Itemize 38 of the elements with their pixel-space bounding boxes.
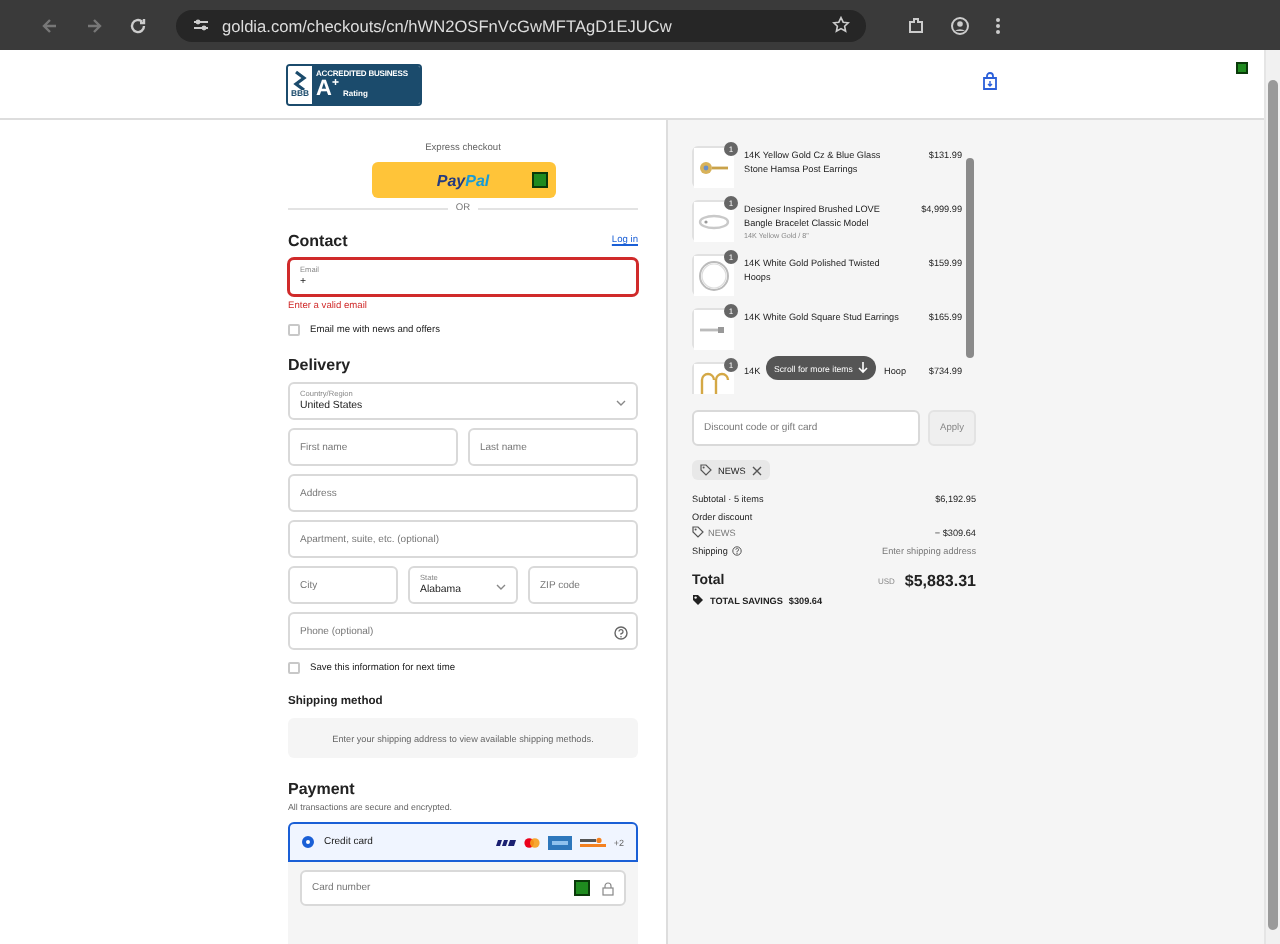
- total-amount: $5,883.31: [904, 572, 976, 590]
- status-square-icon: [531, 172, 547, 188]
- help-icon[interactable]: [614, 626, 628, 640]
- help-icon: [731, 546, 742, 556]
- arrow-down-icon: [858, 362, 869, 374]
- tag-icon: [700, 464, 712, 476]
- extensions-icon[interactable]: [906, 15, 926, 35]
- section-heading: Contact: [288, 232, 348, 250]
- back-icon[interactable]: [40, 15, 60, 35]
- forward-icon[interactable]: [84, 15, 104, 35]
- address-bar[interactable]: goldia.com/checkouts/cn/hWN2OSFnVcGwMFTAgD1EJUCw: [176, 9, 866, 41]
- menu-icon[interactable]: [994, 15, 1002, 35]
- checkbox[interactable]: [288, 324, 300, 336]
- profile-icon[interactable]: [950, 15, 970, 35]
- torch-icon: [290, 69, 310, 90]
- card-logo-icon: [523, 837, 540, 847]
- lock-icon: [602, 881, 614, 895]
- status-square-icon: [574, 880, 590, 896]
- card-logo-icon: [579, 836, 606, 848]
- paypal-button[interactable]: PayPal: [371, 162, 555, 198]
- star-icon[interactable]: [832, 16, 850, 34]
- site-settings-icon[interactable]: [192, 16, 210, 34]
- radio-button[interactable]: [302, 836, 314, 848]
- url-text: goldia.com/checkouts/cn/hWN2OSFnVcGwMFTAgD1EJUCw: [222, 15, 672, 35]
- chevron-down-icon: [616, 400, 626, 406]
- tag-icon: [692, 594, 704, 606]
- section-heading: Delivery: [288, 356, 353, 374]
- section-heading: Payment: [288, 780, 357, 798]
- tag-icon: [692, 526, 704, 538]
- reload-icon[interactable]: [128, 15, 148, 35]
- status-square-icon: [1236, 62, 1248, 74]
- card-logo-icon: [547, 835, 572, 849]
- checkbox[interactable]: [288, 662, 300, 674]
- logo-grade: A$^{+}$: [316, 77, 339, 101]
- close-icon[interactable]: [751, 465, 762, 475]
- card-logo-icon: [495, 837, 516, 847]
- chevron-down-icon: [496, 584, 506, 590]
- shopping-bag-icon[interactable]: [982, 72, 998, 90]
